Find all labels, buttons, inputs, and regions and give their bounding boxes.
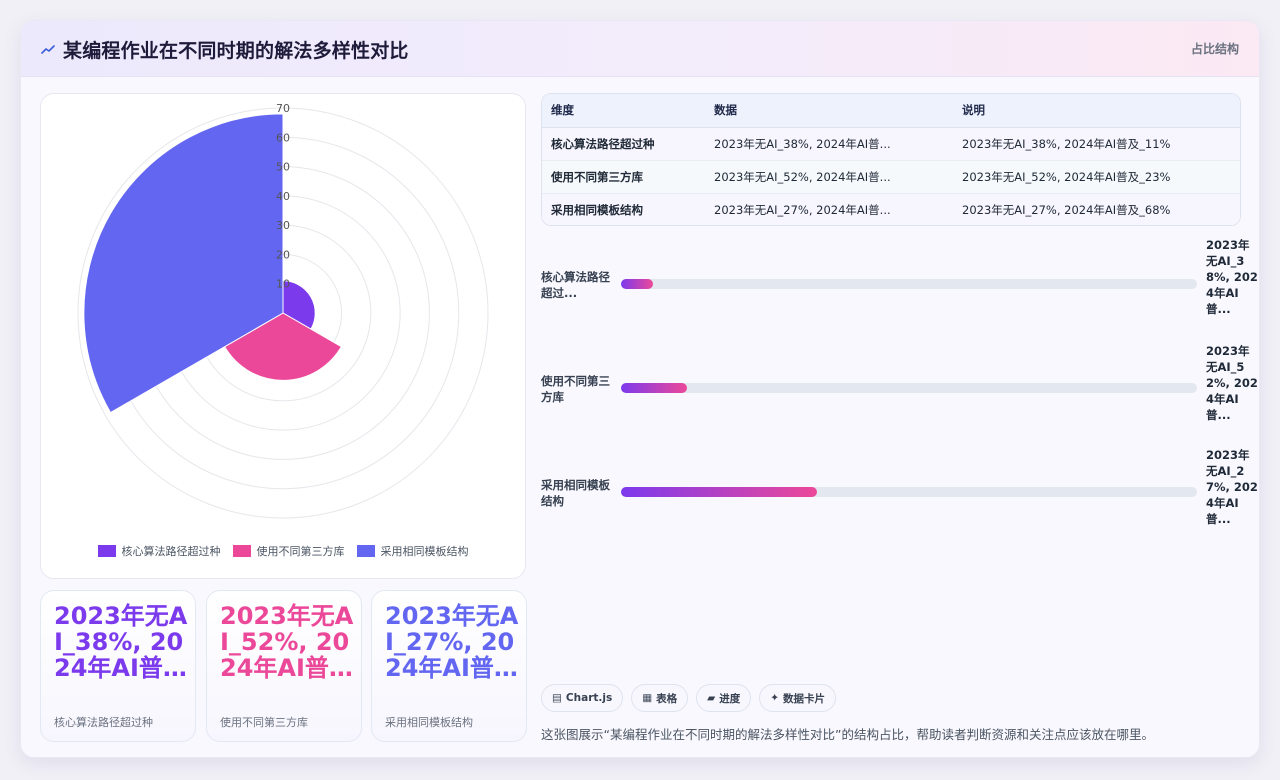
table-row: 使用不同第三方库 2023年无AI_52%, 2024年AI普... 2023年…	[542, 160, 1240, 194]
legend-item[interactable]: 采用相同模板结构	[356, 543, 469, 559]
table-cell: 使用不同第三方库	[542, 160, 705, 194]
chart-type-tag: 占比结构	[1190, 42, 1239, 56]
radial-tick-label: 20	[276, 248, 290, 261]
legend-swatch	[356, 545, 375, 557]
table-header: 维度	[542, 94, 705, 128]
radial-tick-label: 30	[276, 219, 290, 232]
progress-label: 采用相同模板结构	[541, 478, 610, 508]
table-row: 核心算法路径超过种 2023年无AI_38%, 2024年AI普... 2023…	[542, 127, 1240, 161]
table-cell: 2023年无AI_38%, 2024年AI普及_11%	[953, 127, 1240, 161]
legend-label: 采用相同模板结构	[380, 545, 469, 558]
radial-tick-label: 70	[276, 102, 290, 115]
legend-item[interactable]: 使用不同第三方库	[232, 543, 345, 559]
radial-tick-label: 40	[276, 190, 290, 203]
radial-tick-label: 10	[276, 278, 290, 291]
polar-chart-panel: 70 60 50 40 30 20 10 核心算法路径超过种 使用不同第三方库 采用相同模板…	[40, 93, 526, 579]
progress-track	[621, 279, 1197, 289]
kpi-card: 2023年无AI_38%, 2024年AI普… 核心算法路径超过种	[40, 590, 196, 742]
kpi-value: 2023年无AI_27%, 2024年AI普…	[385, 602, 519, 682]
feature-chips: ▤ Chart.js ▦ 表格 ▰ 进度 ✦ 数据卡片	[541, 684, 837, 712]
chip-chartjs[interactable]: ▤ Chart.js	[541, 684, 624, 712]
kpi-card: 2023年无AI_52%, 2024年AI普… 使用不同第三方库	[206, 590, 362, 742]
progress-fill	[621, 279, 653, 289]
legend-swatch	[232, 545, 251, 557]
radial-tick-label: 60	[276, 131, 290, 144]
trend-icon	[41, 45, 55, 54]
table-cell: 2023年无AI_52%, 2024年AI普...	[705, 160, 953, 194]
table-row: 采用相同模板结构 2023年无AI_27%, 2024年AI普... 2023年…	[542, 193, 1240, 225]
chip-label: 表格	[656, 692, 678, 705]
progress-value: 2023年无AI_27%, 2024年AI普...	[1206, 448, 1258, 526]
kpi-value: 2023年无AI_38%, 2024年AI普…	[54, 602, 188, 682]
table-cell: 2023年无AI_38%, 2024年AI普...	[705, 127, 953, 161]
chip-label: 进度	[719, 692, 741, 705]
polar-area-chart[interactable]: 70 60 50 40 30 20 10	[41, 94, 527, 534]
progress-value: 2023年无AI_38%, 2024年AI普...	[1206, 238, 1258, 316]
chart-legend: 核心算法路径超过种 使用不同第三方库 采用相同模板结构	[41, 543, 525, 559]
sparkle-icon: ✦	[770, 692, 780, 704]
chart-icon: ▤	[552, 692, 562, 704]
legend-item[interactable]: 核心算法路径超过种	[97, 543, 221, 559]
legend-swatch	[97, 545, 116, 557]
progress-fill	[621, 383, 688, 393]
chip-table[interactable]: ▦ 表格	[631, 684, 689, 712]
progress-label: 使用不同第三方库	[541, 374, 610, 404]
legend-label: 使用不同第三方库	[256, 545, 345, 558]
kpi-label: 采用相同模板结构	[385, 716, 473, 729]
kpi-value: 2023年无AI_52%, 2024年AI普…	[220, 602, 354, 682]
progress-track	[621, 487, 1197, 497]
table-cell: 2023年无AI_27%, 2024年AI普及_68%	[953, 193, 1240, 225]
chip-progress[interactable]: ▰ 进度	[696, 684, 752, 712]
table-icon: ▦	[642, 692, 653, 704]
kpi-label: 核心算法路径超过种	[54, 716, 153, 729]
chip-data-card[interactable]: ✦ 数据卡片	[759, 684, 837, 712]
dashboard-card: 某编程作业在不同时期的解法多样性对比 占比结构 70 60 50 40 30 20 10 核…	[20, 20, 1260, 758]
progress-fill	[621, 487, 817, 497]
radial-tick-label: 50	[276, 161, 290, 174]
data-table: 维度 数据 说明 核心算法路径超过种 2023年无AI_38%, 2024年AI…	[541, 93, 1241, 226]
page-title: 某编程作业在不同时期的解法多样性对比	[63, 40, 409, 62]
table-header: 数据	[705, 94, 953, 128]
chip-label: Chart.js	[565, 692, 613, 704]
table-cell: 核心算法路径超过种	[542, 127, 705, 161]
table-cell: 2023年无AI_27%, 2024年AI普...	[705, 193, 953, 225]
legend-label: 核心算法路径超过种	[121, 545, 221, 558]
table-header: 说明	[953, 94, 1240, 128]
progress-track	[621, 383, 1197, 393]
kpi-label: 使用不同第三方库	[220, 716, 308, 729]
chart-caption: 这张图展示“某编程作业在不同时期的解法多样性对比”的结构占比，帮助读者判断资源和…	[541, 727, 1154, 742]
kpi-card: 2023年无AI_27%, 2024年AI普… 采用相同模板结构	[371, 590, 527, 742]
table-cell: 采用相同模板结构	[542, 193, 705, 225]
progress-label: 核心算法路径超过...	[541, 270, 610, 300]
header-bar: 某编程作业在不同时期的解法多样性对比 占比结构	[21, 21, 1259, 77]
progress-icon: ▰	[707, 692, 716, 704]
chip-label: 数据卡片	[783, 692, 826, 705]
table-cell: 2023年无AI_52%, 2024年AI普及_23%	[953, 160, 1240, 194]
progress-value: 2023年无AI_52%, 2024年AI普...	[1206, 344, 1258, 422]
